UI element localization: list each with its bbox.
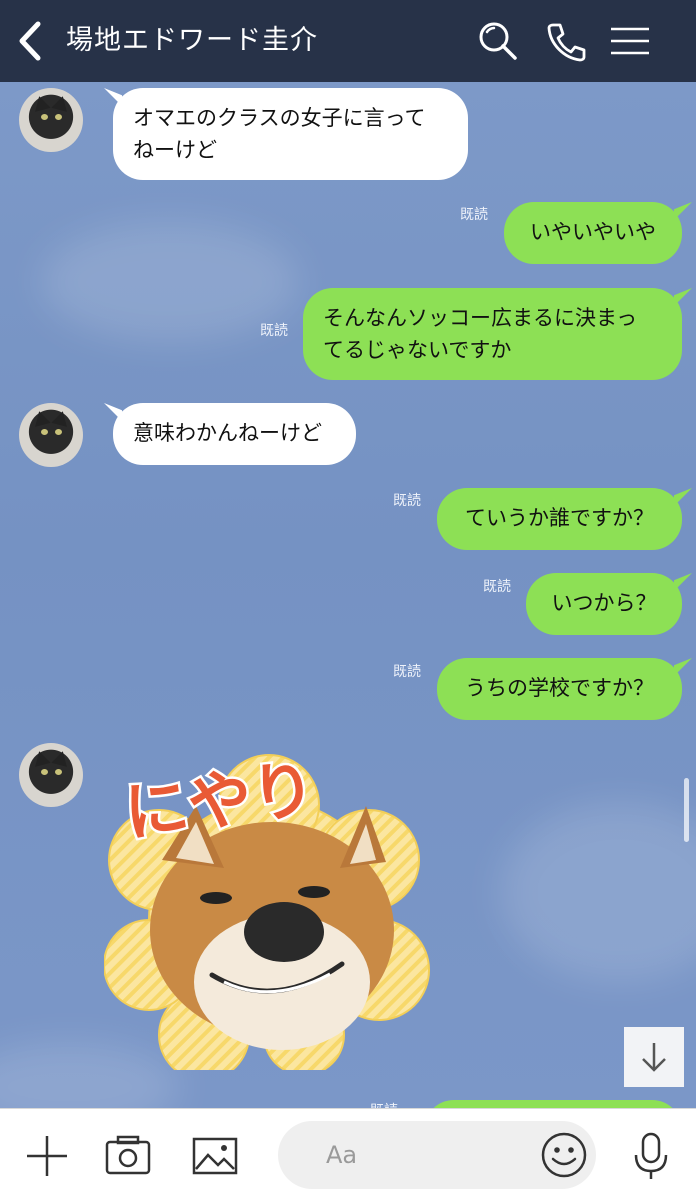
outgoing-message[interactable]: そんなんソッコー広まるに決まっ てるじゃないですか: [303, 288, 682, 380]
message-text: いつから？: [551, 591, 657, 615]
chat-area[interactable]: オマエのクラスの女子に言って ねーけど 既読 いやいやいや 既読 そんなんソッコ…: [0, 82, 696, 1108]
outgoing-message[interactable]: [424, 1100, 682, 1108]
search-icon[interactable]: [476, 19, 520, 63]
message-text: うちの学校ですか？: [465, 676, 654, 700]
phone-icon[interactable]: [544, 19, 588, 63]
plus-icon[interactable]: [22, 1131, 72, 1181]
read-receipt: 既読: [460, 207, 488, 223]
message-toolbar: Aa: [0, 1108, 696, 1201]
incoming-message[interactable]: 意味わかんねーけど: [113, 403, 356, 465]
read-receipt: 既読: [260, 323, 288, 339]
outgoing-message[interactable]: いつから？: [526, 573, 682, 635]
scrollbar[interactable]: [684, 778, 689, 842]
outgoing-message[interactable]: ていうか誰ですか？: [437, 488, 682, 550]
read-receipt: 既読: [483, 579, 511, 595]
message-text: 意味わかんねーけど: [133, 421, 322, 445]
message-text: オマエのクラスの女子に言って: [133, 106, 426, 130]
message-text: ねーけど: [133, 138, 217, 162]
read-receipt: 既読: [393, 493, 421, 509]
background-cloud: [500, 802, 696, 982]
image-icon[interactable]: [190, 1131, 240, 1181]
back-arrow-icon[interactable]: [12, 18, 48, 64]
shiba-dog-grin-sticker[interactable]: にやり: [104, 750, 434, 1070]
camera-icon[interactable]: [103, 1131, 153, 1181]
microphone-icon[interactable]: [626, 1131, 676, 1181]
message-text: てるじゃないですか: [323, 338, 512, 362]
chat-header: 場地エドワード圭介: [0, 0, 696, 82]
chat-title: 場地エドワード圭介: [66, 25, 318, 56]
message-text: いやいやいや: [530, 220, 656, 244]
incoming-message[interactable]: オマエのクラスの女子に言って ねーけど: [113, 88, 468, 180]
scroll-to-bottom-button[interactable]: [624, 1027, 684, 1087]
outgoing-message[interactable]: いやいやいや: [504, 202, 682, 264]
menu-icon[interactable]: [608, 19, 652, 63]
emoji-icon[interactable]: [540, 1131, 588, 1179]
read-receipt: 既読: [393, 664, 421, 680]
message-text: ていうか誰ですか？: [465, 506, 654, 530]
outgoing-message[interactable]: うちの学校ですか？: [437, 658, 682, 720]
avatar[interactable]: [19, 88, 83, 152]
read-receipt: 既読: [370, 1100, 398, 1108]
message-input[interactable]: Aa: [278, 1121, 596, 1189]
avatar[interactable]: [19, 743, 83, 807]
message-text: そんなんソッコー広まるに決まっ: [323, 306, 638, 330]
message-input-placeholder: Aa: [326, 1141, 358, 1169]
avatar[interactable]: [19, 403, 83, 467]
